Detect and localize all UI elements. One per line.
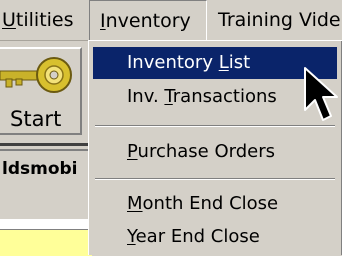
menu-item-purchase-orders[interactable]: Purchase Orders — [93, 136, 337, 168]
item-key: L — [218, 52, 229, 73]
item-pre: Inventory — [127, 52, 219, 73]
yellow-input-field[interactable] — [0, 229, 92, 256]
item-pre: Inv. — [127, 86, 165, 107]
menu-utilities[interactable]: Utilities — [2, 0, 74, 40]
item-key: M — [127, 193, 143, 214]
menu-item-year-end-close[interactable]: Year End Close — [93, 221, 337, 253]
menu-inventory-post: nventory — [105, 10, 191, 32]
menu-separator — [95, 178, 335, 180]
vehicle-make-text: ldsmobi — [2, 159, 78, 179]
white-strip — [0, 219, 92, 229]
item-post: ear End Close — [135, 226, 260, 247]
menu-utilities-post: tilities — [15, 9, 74, 31]
menu-item-month-end-close[interactable]: Month End Close — [93, 188, 337, 220]
menu-item-inv-transactions[interactable]: Inv. Transactions — [93, 81, 337, 113]
divider — [0, 149, 92, 151]
item-post: onth End Close — [142, 193, 279, 214]
menu-utilities-key: U — [2, 9, 16, 31]
item-post: urchase Orders — [137, 141, 275, 162]
item-post: ransactions — [172, 86, 277, 107]
divider — [0, 143, 92, 146]
menu-separator — [95, 125, 335, 127]
key-icon — [0, 57, 72, 93]
menu-bar: Utilities Inventory Training Vide — [0, 0, 342, 41]
item-post: ist — [228, 52, 251, 73]
menu-training-video[interactable]: Training Vide — [218, 0, 341, 40]
start-button[interactable]: Start — [0, 47, 82, 135]
item-key: Y — [127, 226, 136, 247]
menu-item-inventory-list[interactable]: Inventory List — [93, 47, 337, 79]
background-window: Start ldsmobi — [0, 41, 92, 256]
item-key: P — [127, 141, 138, 162]
item-key: T — [164, 86, 173, 107]
menu-inventory[interactable]: Inventory — [89, 0, 207, 40]
mouse-cursor-icon — [304, 67, 338, 121]
menu-training-pre: Training Vide — [218, 9, 341, 31]
start-label: Start — [10, 107, 62, 131]
